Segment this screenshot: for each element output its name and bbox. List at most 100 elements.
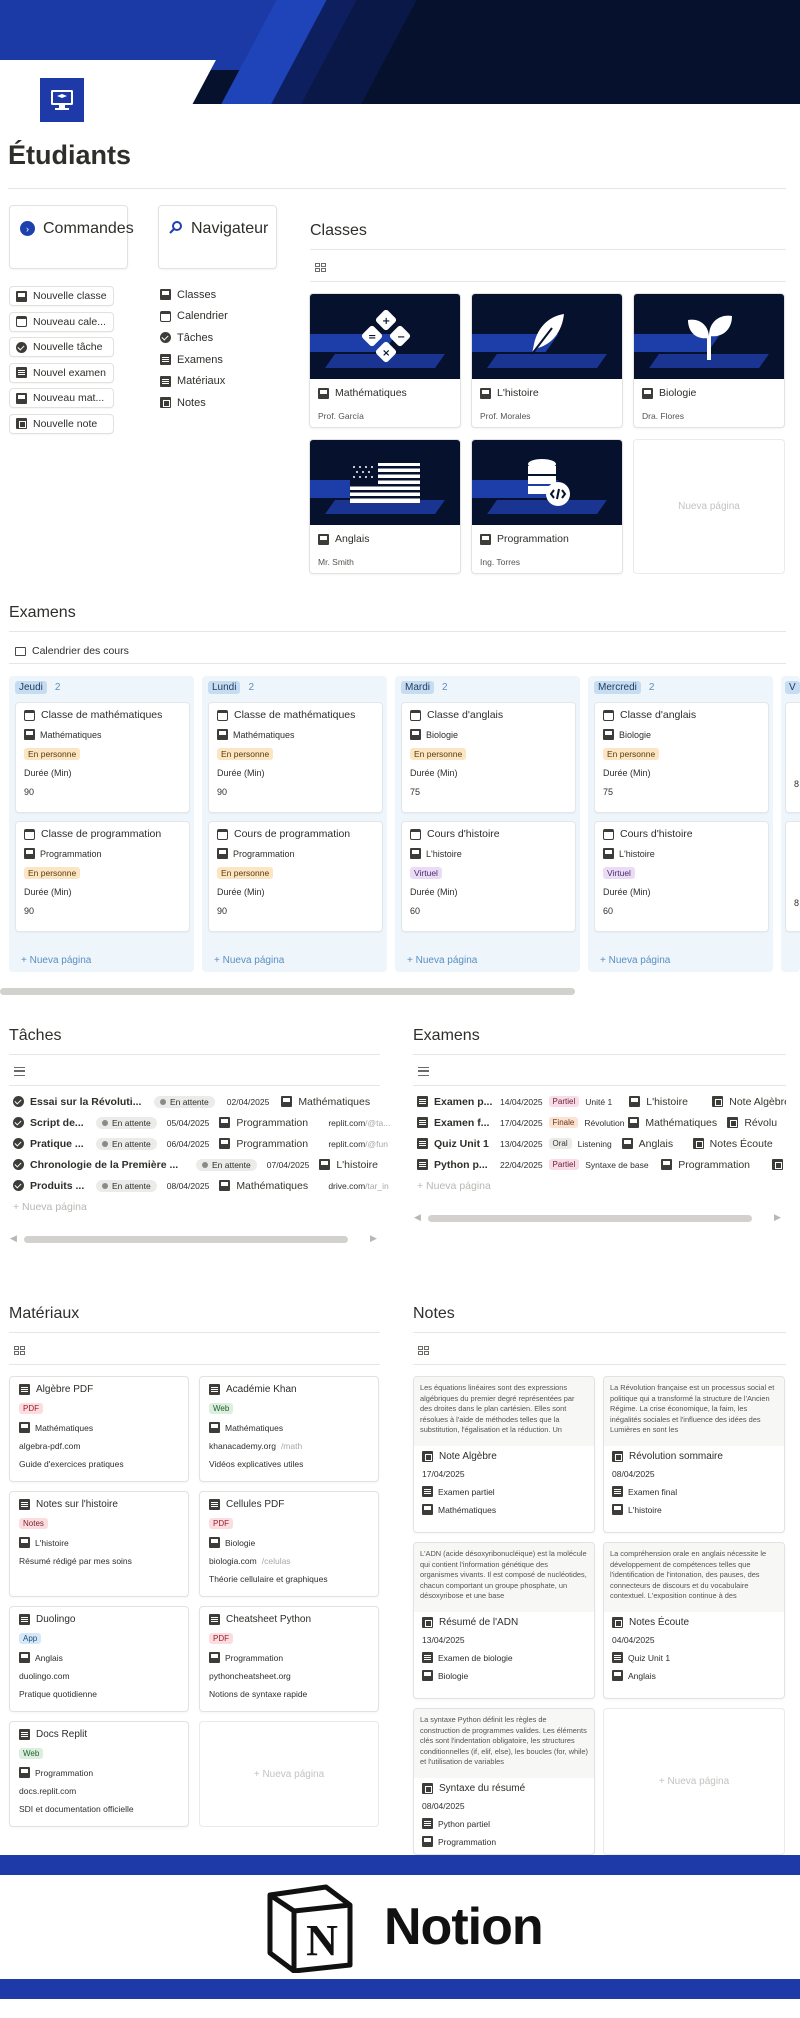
gallery-view-icon[interactable] bbox=[315, 263, 326, 272]
list-view-icon[interactable] bbox=[418, 1067, 429, 1076]
exams-table-new-row[interactable]: + Nueva página bbox=[417, 1180, 491, 1192]
sprout-icon bbox=[688, 315, 732, 360]
scroll-left-icon[interactable]: ◀ bbox=[10, 1233, 17, 1244]
task-row[interactable]: Essai sur la Révoluti... En attente 02/04/… bbox=[13, 1091, 370, 1113]
new-note-button[interactable]: Nouvelle note bbox=[9, 413, 114, 434]
commands-card[interactable]: › Commandes bbox=[9, 205, 134, 269]
note-card[interactable]: L'ADN (acide désoxyribonucléique) est la… bbox=[413, 1542, 595, 1699]
list-view-icon[interactable] bbox=[14, 1067, 25, 1076]
scroll-right-icon[interactable]: ▶ bbox=[370, 1233, 377, 1244]
new-class-button[interactable]: Nouvelle classe bbox=[9, 286, 114, 306]
material-card[interactable]: Académie Khan Web Mathématiques khanacad… bbox=[199, 1376, 379, 1482]
material-card[interactable]: Notes sur l'histoire Notes L'histoire Ré… bbox=[9, 1491, 189, 1597]
exam-row[interactable]: Examen p... 14/04/2025 Partiel Unité 1 L'his… bbox=[417, 1091, 786, 1113]
tasks-heading: Tâches bbox=[9, 1027, 62, 1044]
new-exam-button[interactable]: Nouvel examen bbox=[9, 362, 114, 383]
new-material-button[interactable]: Nouveau mat... bbox=[9, 388, 114, 409]
note-card[interactable]: La syntaxe Python définit les règles de … bbox=[413, 1708, 595, 1855]
navigator-card[interactable]: Navigateur bbox=[158, 205, 277, 269]
note-card[interactable]: Les équations linéaires sont des express… bbox=[413, 1376, 595, 1533]
presentation-icon bbox=[209, 1652, 220, 1663]
document-icon bbox=[417, 1138, 428, 1150]
search-icon bbox=[169, 220, 183, 239]
note-icon bbox=[422, 1451, 433, 1462]
board-card[interactable]: Cours d'histoire L'histoire Virtuel Duré… bbox=[401, 821, 576, 932]
material-card[interactable]: Duolingo App Anglais duolingo.com Pratiq… bbox=[9, 1606, 189, 1712]
document-icon bbox=[417, 1117, 428, 1129]
note-icon bbox=[692, 1138, 704, 1150]
material-card[interactable]: Docs Replit Web Programmation docs.repli… bbox=[9, 1721, 189, 1827]
exam-row[interactable]: Examen f... 17/04/2025 Finale Révolution Mat… bbox=[417, 1112, 777, 1134]
board-card[interactable]: 8 bbox=[785, 821, 800, 932]
board-card[interactable]: 8 bbox=[785, 702, 800, 813]
tasks-new-row[interactable]: + Nueva página bbox=[13, 1201, 87, 1213]
class-card-histoire[interactable]: L'histoire Prof. Morales bbox=[471, 293, 623, 428]
board-new-page[interactable]: + Nueva página bbox=[21, 955, 91, 966]
note-card[interactable]: La Révolution française est un processus… bbox=[603, 1376, 785, 1533]
gallery-view-icon[interactable] bbox=[418, 1346, 429, 1355]
exams-table-scrollbar[interactable] bbox=[428, 1215, 752, 1222]
board-card[interactable]: Cours de programmation Programmation En … bbox=[208, 821, 383, 932]
material-card[interactable]: Cellules PDF PDF Biologie biologia.com/c… bbox=[199, 1491, 379, 1597]
board-new-page[interactable]: + Nueva página bbox=[214, 955, 284, 966]
class-card-mathematiques[interactable]: + = − × Mathématiques Prof. García bbox=[309, 293, 461, 428]
material-card[interactable]: Algèbre PDF PDF Mathématiques algebra-pd… bbox=[9, 1376, 189, 1482]
nav-notes[interactable]: Notes bbox=[160, 392, 228, 414]
calendar-icon bbox=[16, 316, 27, 328]
gallery-view-icon[interactable] bbox=[14, 1346, 25, 1355]
classes-heading: Classes bbox=[310, 222, 367, 239]
board-new-page[interactable]: + Nueva página bbox=[407, 955, 477, 966]
new-material-card[interactable]: + Nueva página bbox=[199, 1721, 379, 1827]
board-card[interactable]: Classe de mathématiques Mathématiques En… bbox=[15, 702, 190, 813]
board-new-page[interactable]: + Nueva página bbox=[600, 955, 670, 966]
board-scrollbar[interactable] bbox=[0, 988, 575, 995]
board-card[interactable]: Cours d'histoire L'histoire Virtuel Duré… bbox=[594, 821, 769, 932]
exams-table-toolbar-divider bbox=[413, 1085, 786, 1086]
nav-tasks[interactable]: Tâches bbox=[160, 327, 228, 349]
class-card-programmation[interactable]: Programmation Ing. Torres bbox=[471, 439, 623, 574]
nav-calendar[interactable]: Calendrier bbox=[160, 306, 228, 328]
presentation-icon bbox=[217, 848, 228, 859]
presentation-icon bbox=[318, 387, 329, 399]
board-card[interactable]: Classe d'anglais Biologie En personne Du… bbox=[401, 702, 576, 813]
nav-materials[interactable]: Matériaux bbox=[160, 370, 228, 392]
calendar-icon bbox=[160, 310, 171, 322]
board-card[interactable]: Classe de mathématiques Mathématiques En… bbox=[208, 702, 383, 813]
task-row[interactable]: Script de... En attente 05/04/2025 Programm… bbox=[13, 1112, 390, 1134]
document-icon bbox=[160, 354, 171, 366]
task-row[interactable]: Chronologie de la Première ... En attente… bbox=[13, 1154, 378, 1176]
task-link[interactable]: drive.com/tar_in bbox=[328, 1181, 388, 1191]
tab-course-calendar[interactable]: Calendrier des cours bbox=[15, 645, 129, 657]
presentation-icon bbox=[603, 729, 614, 740]
exam-row[interactable]: Python p... 22/04/2025 Partiel Syntaxe de b… bbox=[417, 1154, 786, 1176]
presentation-icon bbox=[19, 1537, 30, 1548]
note-card[interactable]: La compréhension orale en anglais nécess… bbox=[603, 1542, 785, 1699]
note-icon bbox=[727, 1117, 739, 1129]
task-row[interactable]: Produits ... En attente 08/04/2025 Mathémat… bbox=[13, 1175, 389, 1197]
material-card[interactable]: Cheatsheet Python PDF Programmation pyth… bbox=[199, 1606, 379, 1712]
board-card[interactable]: Classe de programmation Programmation En… bbox=[15, 821, 190, 932]
exam-row[interactable]: Quiz Unit 1 13/04/2025 Oral Listening Anglai… bbox=[417, 1133, 773, 1155]
command-buttons: Nouvelle classe Nouveau cale... Nouvelle… bbox=[9, 286, 114, 440]
new-class-card[interactable]: Nueva página bbox=[633, 439, 785, 574]
computer-icon[interactable] bbox=[38, 76, 86, 124]
document-icon bbox=[612, 1652, 623, 1663]
class-card-biologie[interactable]: Biologie Dra. Flores bbox=[633, 293, 785, 428]
task-row[interactable]: Pratique ... En attente 06/04/2025 Programm… bbox=[13, 1133, 388, 1155]
board-card[interactable]: Classe d'anglais Biologie En personne Du… bbox=[594, 702, 769, 813]
tasks-scrollbar[interactable] bbox=[24, 1236, 348, 1243]
scroll-left-icon[interactable]: ◀ bbox=[414, 1212, 421, 1223]
new-note-card[interactable]: + Nueva página bbox=[603, 1708, 785, 1855]
task-link[interactable]: replit.com/@fun bbox=[328, 1139, 388, 1149]
new-task-button[interactable]: Nouvelle tâche bbox=[9, 337, 114, 358]
exams-table: Examen p... 14/04/2025 Partiel Unité 1 L'his… bbox=[413, 1091, 786, 1181]
scroll-right-icon[interactable]: ▶ bbox=[774, 1212, 781, 1223]
new-calendar-button[interactable]: Nouveau cale... bbox=[9, 311, 114, 332]
nav-classes[interactable]: Classes bbox=[160, 284, 228, 306]
task-link[interactable]: replit.com/@ta... bbox=[328, 1118, 390, 1128]
nav-exams[interactable]: Examens bbox=[160, 349, 228, 371]
presentation-icon bbox=[217, 729, 228, 740]
class-card-anglais[interactable]: Anglais Mr. Smith bbox=[309, 439, 461, 574]
classes-toolbar-divider bbox=[310, 281, 786, 282]
presentation-icon bbox=[24, 729, 35, 740]
